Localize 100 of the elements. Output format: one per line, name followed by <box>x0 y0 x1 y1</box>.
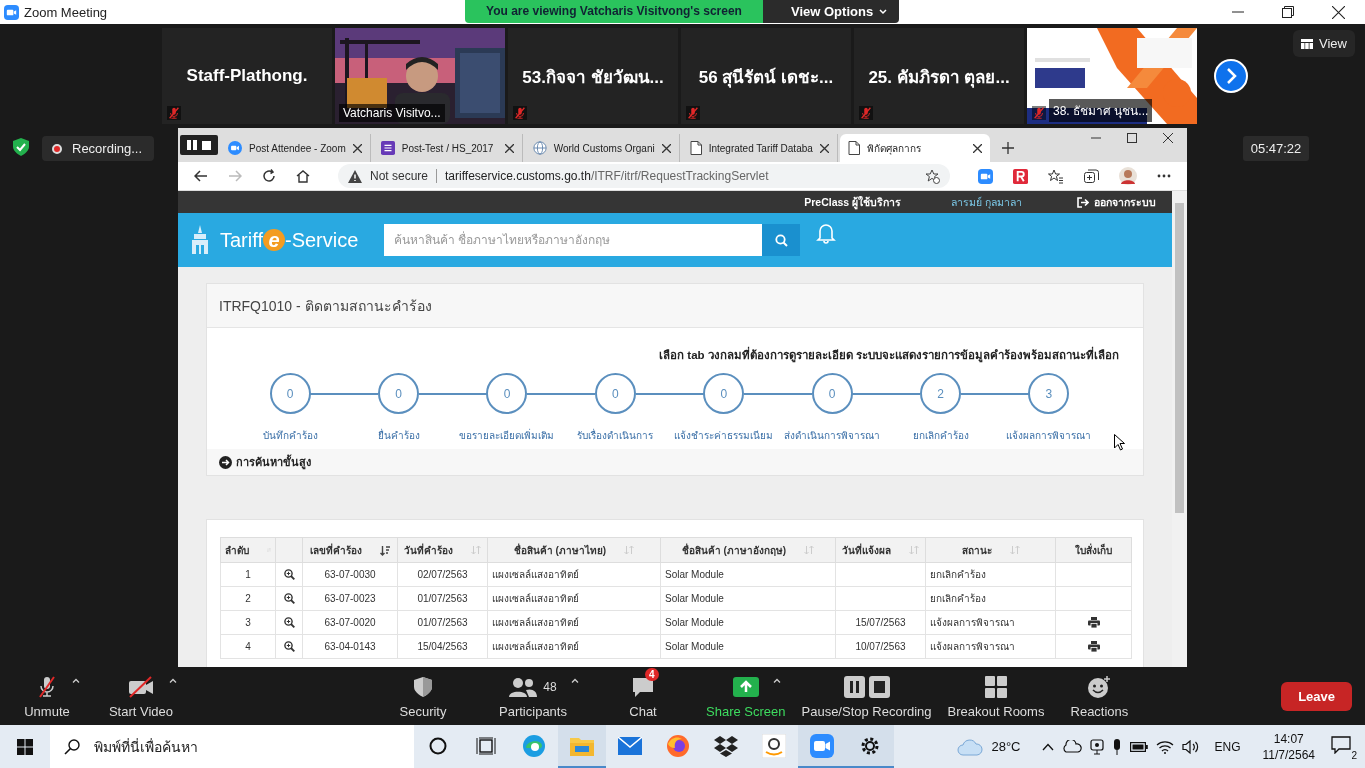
zoom-in-icon[interactable] <box>283 569 295 581</box>
status-step-circle[interactable]: 0 <box>378 373 420 414</box>
toolbar-button[interactable]: Reactions <box>1052 667 1147 725</box>
close-icon[interactable] <box>504 143 514 153</box>
product-name-english: Solar Module <box>665 641 724 652</box>
meeting-timer: 05:47:22 <box>1242 136 1310 161</box>
participant-tile[interactable]: 38. ธัชมาศ นุชน... <box>1027 28 1197 124</box>
video-camera-icon[interactable] <box>978 168 993 184</box>
status-step-circle[interactable]: 0 <box>594 373 636 414</box>
toolbar-button[interactable]: Unmute <box>0 667 94 725</box>
zoom-in-icon[interactable] <box>283 641 295 653</box>
column-header[interactable]: ใบสั่งเก็บ <box>1055 537 1132 563</box>
collections-icon[interactable] <box>1084 168 1099 184</box>
participant-tile[interactable]: 56 สุนีรัตน์ เดชะ... <box>681 28 851 124</box>
toolbar-button[interactable]: Share Screen <box>698 667 794 725</box>
participant-tile[interactable]: Staff-Plathong. <box>162 28 332 124</box>
share-control[interactable] <box>180 135 218 155</box>
recording-indicator[interactable]: Recording... <box>42 136 155 161</box>
chevron-up-icon[interactable] <box>1042 742 1055 751</box>
toolbar-button[interactable]: 4 Chat <box>588 667 698 725</box>
toolbar-button[interactable]: Pause/Stop Recording <box>793 667 940 725</box>
profile-avatar-icon[interactable] <box>1119 167 1137 185</box>
close-icon[interactable] <box>972 143 982 153</box>
caret-icon[interactable] <box>72 677 80 683</box>
pause-stop-icon <box>843 675 890 698</box>
column-header[interactable]: ลำดับ <box>220 537 276 563</box>
search-button[interactable] <box>762 224 800 256</box>
column-header[interactable]: สถานะ <box>925 537 1056 563</box>
zoom-in-icon[interactable] <box>283 617 295 629</box>
clock[interactable]: 14:07 11/7/2564 <box>1262 730 1315 763</box>
browser-tab[interactable]: พิกัดศุลกากร <box>839 134 990 162</box>
logout-link[interactable]: ออกจากระบบ <box>1077 193 1156 211</box>
restore-icon[interactable] <box>1282 6 1294 18</box>
extension-icon[interactable] <box>1013 168 1028 184</box>
speaker-icon[interactable] <box>1182 739 1201 754</box>
zoom-in-icon[interactable] <box>283 593 295 605</box>
bell-icon[interactable] <box>816 222 836 244</box>
column-header[interactable]: เลขที่คำร้อง <box>302 537 398 563</box>
caret-icon[interactable] <box>169 677 177 683</box>
browser-tab[interactable]: World Customs Organi <box>524 134 680 162</box>
status-step-circle[interactable]: 0 <box>486 373 528 414</box>
taskbar-app[interactable] <box>846 725 894 768</box>
column-header[interactable]: ชื่อสินค้า (ภาษาไทย) <box>487 537 661 563</box>
request-number: 63-07-0030 <box>324 569 376 580</box>
status-step-circle[interactable]: 0 <box>811 373 853 414</box>
participant-tile[interactable]: Vatcharis Visitvo... <box>335 28 505 124</box>
browser-tab[interactable]: Post-Test / HS_2017 <box>372 134 523 162</box>
product-name-thai: แผงเซลล์แสงอาทิตย์ <box>492 569 579 580</box>
participant-name: Staff-Plathong. <box>186 66 308 86</box>
caret-icon[interactable] <box>772 677 781 683</box>
more-icon[interactable] <box>1157 174 1171 178</box>
browser-tab[interactable]: Integrated Tariff Databa <box>681 134 838 162</box>
toolbar-button[interactable]: Security <box>368 667 478 725</box>
browser-tab[interactable]: Post Attendee - Zoom <box>220 134 371 162</box>
taskbar-search-field[interactable]: พิมพ์ที่นี่เพื่อค้นหา <box>50 725 414 768</box>
back-icon[interactable] <box>194 170 208 182</box>
temperature[interactable]: 28°C <box>991 739 1021 754</box>
advanced-search-link[interactable]: การค้นหาขั้นสูง <box>219 453 311 471</box>
input-language[interactable]: ENG <box>1214 739 1241 754</box>
next-page-icon[interactable] <box>1214 59 1248 93</box>
close-icon[interactable] <box>819 143 829 153</box>
view-button[interactable]: View <box>1293 30 1355 57</box>
microphone-icon[interactable] <box>1112 738 1123 755</box>
status-step-circle[interactable]: 0 <box>269 373 311 414</box>
participant-tile[interactable]: 25. คัมภิรดา ตุลย... <box>854 28 1024 124</box>
column-header[interactable]: วันที่คำร้อง <box>397 537 488 563</box>
user-name-link[interactable]: ลารมย์ กุลมาลา <box>951 193 1022 211</box>
column-header[interactable]: ชื่อสินค้า (ภาษาอังกฤษ) <box>660 537 836 563</box>
wifi-icon[interactable] <box>1156 739 1175 754</box>
caret-icon[interactable] <box>570 677 579 683</box>
printer-icon[interactable] <box>1087 617 1100 629</box>
participant-tile[interactable]: 53.กิจจา ชัยวัฒน... <box>508 28 678 124</box>
webcam-icon[interactable] <box>1090 738 1105 755</box>
toolbar-button[interactable]: Breakout Rooms <box>939 667 1053 725</box>
leave-button[interactable]: Leave <box>1281 681 1352 711</box>
column-header[interactable]: วันที่แจ้งผล <box>835 537 926 563</box>
status-step-circle[interactable]: 2 <box>920 373 962 414</box>
printer-icon[interactable] <box>1087 641 1100 653</box>
close-icon[interactable] <box>1163 133 1173 143</box>
address-field[interactable]: Not secure tariffeservice.customs.go.th/ITRF/itrf/RequestTrackingServlet <box>338 164 950 188</box>
battery-icon[interactable] <box>1130 740 1149 753</box>
reload-icon[interactable] <box>262 169 276 183</box>
close-icon[interactable] <box>1332 5 1345 19</box>
add-favorite-icon[interactable] <box>925 168 940 184</box>
home-icon[interactable] <box>296 169 310 183</box>
favorites-icon[interactable] <box>1048 168 1064 184</box>
close-icon[interactable] <box>352 143 362 153</box>
toolbar-button[interactable]: 48 Participants <box>478 667 588 725</box>
close-icon[interactable] <box>661 143 671 153</box>
scrollbar-thumb[interactable] <box>1175 203 1184 513</box>
product-search-field[interactable]: ค้นหาสินค้า ชื่อภาษาไทยหรือภาษาอังกฤษ <box>384 224 762 256</box>
status-step-circle[interactable]: 3 <box>1028 373 1070 414</box>
view-options-button[interactable]: View Options <box>763 0 900 23</box>
cloud-icon[interactable] <box>1062 740 1083 753</box>
status-step-circle[interactable]: 0 <box>703 373 745 414</box>
windows-start-icon[interactable] <box>17 738 33 755</box>
fox-globe-icon <box>666 733 690 758</box>
maximize-icon[interactable] <box>1127 133 1137 143</box>
toolbar-button[interactable]: Start Video <box>94 667 188 725</box>
new-tab-icon[interactable] <box>1001 142 1014 154</box>
